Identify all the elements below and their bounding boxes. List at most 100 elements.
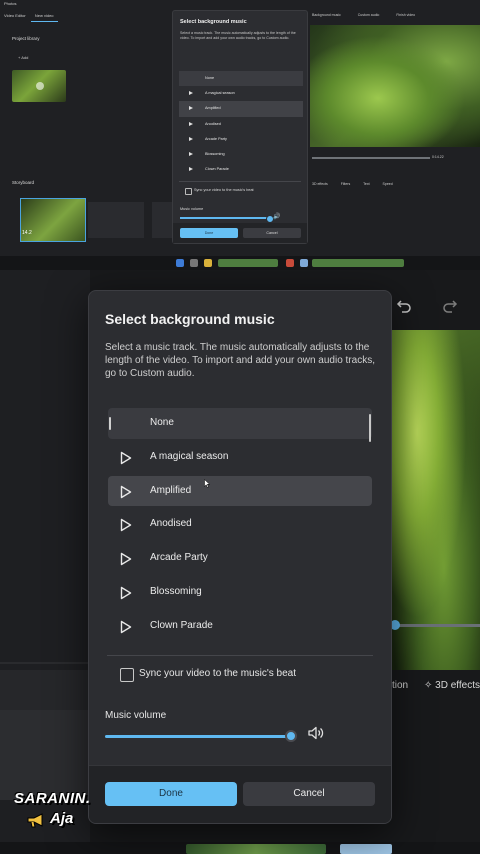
track-item-background [108,442,372,473]
selection-indicator [109,417,111,430]
list-scrollbar[interactable] [369,414,371,442]
sync-beat-checkbox[interactable] [120,668,134,682]
taskbar-app[interactable] [186,844,326,854]
tab-video-editor[interactable]: Video Editor [0,10,30,21]
watermark-line1: SARANIN. [14,790,91,807]
mini-track-item[interactable]: Amplified [179,101,303,117]
photos-app-icon[interactable] [300,259,308,267]
zoomed-view: tion ✧ 3D effects Select background musi… [0,270,480,854]
track-item-background [108,509,372,540]
storyboard-title: Storyboard [12,180,35,185]
mini-done-button[interactable]: Done [180,228,238,238]
taskbar-app[interactable] [340,844,392,854]
done-button[interactable]: Done [105,782,237,806]
video-preview [390,330,480,670]
play-icon [189,151,193,156]
mini-volume-slider[interactable] [180,217,268,219]
speaker-icon[interactable] [307,724,325,742]
tool-speed[interactable]: Speed [383,182,393,186]
taskbar-app[interactable] [286,259,294,267]
track-item-a-magical-season[interactable]: A magical season [108,442,372,476]
track-item-none[interactable]: None [108,408,372,442]
mini-background-music-dialog: Select background music Select a music t… [172,10,308,244]
seek-time: 0:14.22 [432,155,444,159]
play-icon [189,167,193,172]
play-icon[interactable] [120,518,132,532]
watermark-logo: SARANIN. Aja [14,790,94,836]
mini-track-item[interactable]: Anodised [179,117,303,132]
mini-track-label: Anodised [205,121,221,126]
music-volume-slider[interactable] [105,735,291,738]
start-icon[interactable] [176,259,184,267]
megaphone-icon [27,813,43,828]
mini-track-item[interactable]: Blossoming [179,147,303,162]
track-list: None A magical season Amplified Anodised [108,408,372,645]
mini-track-label: Clown Parade [205,167,229,172]
play-icon[interactable] [120,552,132,566]
play-icon [189,136,193,141]
track-item-amplified[interactable]: Amplified [108,475,372,510]
tab-new-video[interactable]: New video [30,10,58,22]
track-item-arcade-party[interactable]: Arcade Party [108,543,372,577]
background-music-button[interactable]: Background music [312,13,341,17]
mini-cancel-button[interactable]: Cancel [243,228,301,238]
tool-text[interactable]: Text [363,182,369,186]
play-icon[interactable] [120,451,132,465]
background-music-dialog: Select background music Select a music t… [88,290,392,824]
custom-audio-button[interactable]: Custom audio [358,13,380,17]
mini-sync-checkbox[interactable] [185,188,192,195]
storyboard-tools: 3D effects Filters Text Speed [312,182,405,186]
mini-track-item[interactable]: None [179,71,303,87]
mini-track-item[interactable]: A magical season [179,86,303,101]
volume-slider-thumb[interactable] [285,730,297,742]
undo-icon[interactable] [396,298,412,314]
tool-3d-effects[interactable]: 3D effects [312,182,328,186]
track-item-background [108,543,372,574]
mini-track-label: A magical season [205,91,235,96]
track-item-anodised[interactable]: Anodised [108,509,372,543]
tool-motion[interactable]: tion [392,680,408,691]
tool-3d-effects[interactable]: ✧ 3D effects [424,680,480,691]
mouse-cursor-icon [204,479,210,488]
mini-track-label: Blossoming [205,151,225,156]
top-screenshot: Photos Video Editor New video Project li… [0,0,480,270]
search-icon[interactable] [190,259,198,267]
mini-sync-label: Sync your video to the music's beat [194,188,254,192]
track-item-clown-parade[interactable]: Clown Parade [108,611,372,645]
sync-beat-label: Sync your video to the music's beat [139,668,296,679]
preview-seekbar[interactable] [312,157,430,159]
track-label: Clown Parade [150,619,213,631]
track-item-background [108,577,372,608]
taskbar-app[interactable] [218,259,278,267]
mini-track-item[interactable]: Clown Parade [179,162,303,177]
track-item-blossoming[interactable]: Blossoming [108,577,372,611]
redo-icon[interactable] [442,298,458,314]
speaker-icon: 🔊 [273,214,281,220]
track-label: Anodised [150,518,192,530]
storyboard-empty-slot [88,202,144,238]
tool-filters[interactable]: Filters [341,182,351,186]
play-icon[interactable] [120,485,132,499]
mini-track-item[interactable]: Arcade Party [179,132,303,147]
divider [179,181,301,182]
video-preview [310,25,480,147]
top-actions: Background music Custom audio Finish vid… [312,13,431,17]
mini-track-label: None [205,76,215,80]
music-volume-label: Music volume [105,710,167,721]
preview-seekbar[interactable] [390,624,480,627]
folder-icon[interactable] [204,259,212,267]
add-button[interactable]: + Add [18,55,28,60]
storyboard-panel [0,710,90,800]
play-icon[interactable] [120,586,132,600]
thumbnail-play-icon [36,82,44,90]
finish-video-button[interactable]: Finish video [396,13,415,17]
mini-track-list: None A magical season Amplified Anodised… [179,71,303,177]
play-icon[interactable] [120,620,132,634]
project-library-title: Project library [12,36,40,41]
mini-track-label: Arcade Party [205,136,227,141]
taskbar-app[interactable] [312,259,404,267]
cancel-button[interactable]: Cancel [243,782,375,806]
mini-track-label: Amplified [205,106,221,111]
clip-duration: 14.2 [22,230,32,236]
mini-volume-label: Music volume [180,207,204,211]
